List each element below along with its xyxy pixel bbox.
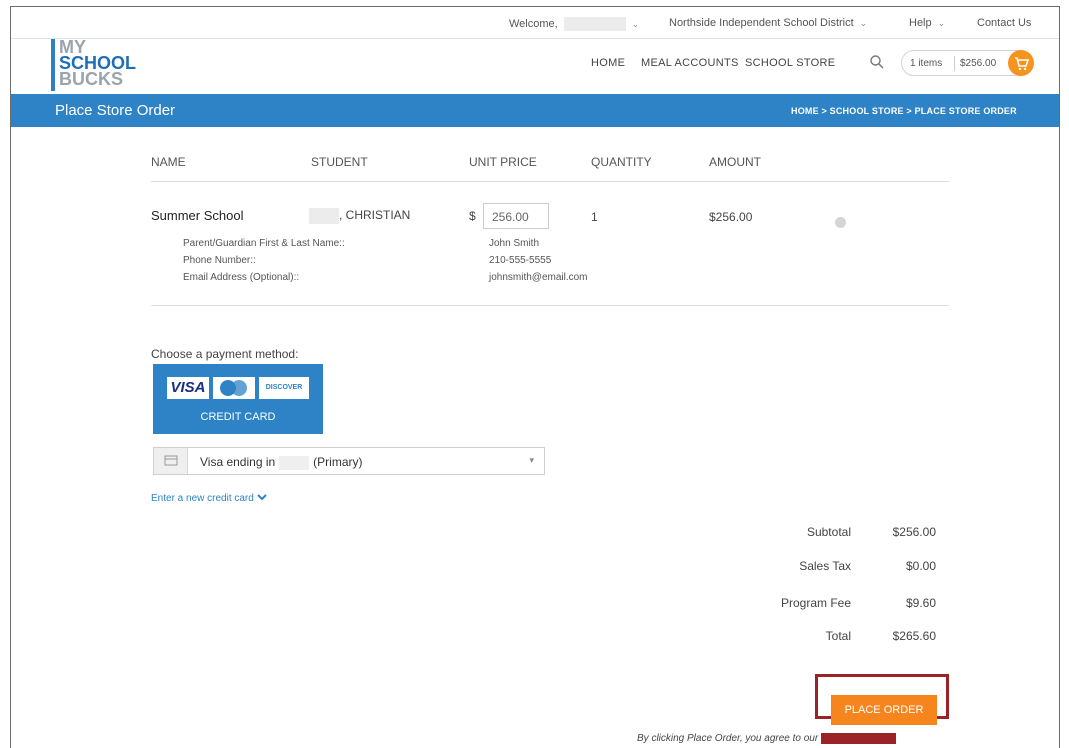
myschoolbucks-logo[interactable]: MY SCHOOL BUCKS [51,37,161,91]
visa-logo: VISA [167,377,209,399]
total-value: $265.60 [892,629,936,643]
credit-card-label: CREDIT CARD [200,411,276,423]
subtotal-label: Subtotal [806,525,851,539]
selected-card-prefix: Visa ending in [200,455,276,469]
selected-card-suffix: (Primary) [313,455,363,469]
terms-notice: By clicking Place Order, you agree to ou… [637,733,896,744]
quantity-value: 1 [591,210,598,224]
payment-method-label: Choose a payment method: [151,347,299,361]
detail-label: Parent/Guardian First & Last Name:: [183,238,345,249]
currency-symbol: $ [469,209,476,223]
browser-frame: Welcome, ⌄ Northside Independent School D… [10,6,1060,748]
detail-label: Email Address (Optional):: [183,272,300,283]
new-credit-card-text: Enter a new credit card [151,493,254,504]
chevron-down-icon: ⌄ [859,18,868,28]
detail-value: 210-555-5555 [489,255,552,266]
mastercard-logo [213,377,255,399]
help-label: Help [909,17,932,29]
selected-card: Visa ending in (Primary) [200,455,363,470]
detail-value: John Smith [489,238,540,249]
district-name: Northside Independent School District [669,17,854,29]
discover-logo: DISCOVER [259,377,309,399]
nav-home[interactable]: HOME [591,57,625,69]
district-menu[interactable]: Northside Independent School District ⌄ [669,17,867,29]
welcome-text: Welcome, [509,17,558,30]
saved-card-select[interactable]: Visa ending in (Primary) ▾ [153,447,545,475]
search-icon[interactable] [869,54,885,70]
logo-bar [51,39,55,91]
unit-price-input[interactable]: 256.00 [483,203,549,229]
cart-summary[interactable]: 1 items $256.00 [901,50,1034,76]
utility-bar: Welcome, ⌄ Northside Independent School D… [11,7,1059,39]
program-fee-label: Program Fee [780,596,851,610]
cart-items: 1 items [910,58,943,69]
chevron-down-icon: ▾ [529,455,534,465]
nav-school-store[interactable]: SCHOOL STORE [745,57,835,69]
subtotal-value: $256.00 [892,525,936,539]
help-menu[interactable]: Help ⌄ [909,17,945,29]
chevron-down-icon: ⌄ [631,18,640,29]
header-amount: AMOUNT [709,155,761,169]
place-order-button[interactable]: PLACE ORDER [831,695,937,725]
header-divider [151,181,949,182]
cart-amount: $256.00 [960,58,997,69]
sales-tax-label: Sales Tax [799,559,851,573]
amount-value: $256.00 [709,210,753,224]
detail-label: Phone Number:: [183,255,256,266]
header-student: STUDENT [311,155,368,169]
terms-notice-text: By clicking Place Order, you agree to ou… [637,733,819,744]
credit-card-option[interactable]: VISA DISCOVER CREDIT CARD [153,364,323,434]
card-icon [154,448,188,474]
row-divider [151,305,949,306]
nav-meal-accounts[interactable]: MEAL ACCOUNTS [641,57,739,69]
student-first-name: , CHRISTIAN [339,208,411,223]
program-fee-value: $9.60 [905,596,936,610]
redacted-card-digits [279,455,310,470]
detail-value: johnsmith@email.com [489,272,588,283]
page-title-bar: Place Store Order HOME > SCHOOL STORE > … [11,94,1059,127]
cart-icon[interactable] [1008,50,1034,76]
remove-item-button[interactable] [835,217,846,228]
terms-of-service-link[interactable]: Terms of Service [820,733,896,744]
product-name: Summer School [151,208,244,223]
welcome-menu[interactable]: Welcome, ⌄ [509,17,639,31]
redacted-last-name [309,208,339,224]
chevron-down-icon [256,494,267,501]
total-label: Total [825,629,851,643]
header-unit-price: UNIT PRICE [469,155,537,169]
chevron-down-icon: ⌄ [937,18,946,28]
header-name: NAME [151,155,186,169]
contact-us-link[interactable]: Contact Us [977,17,1031,29]
redacted-user-name [563,17,626,31]
header-quantity: QUANTITY [591,155,652,169]
logo-line-3: BUCKS [59,69,124,89]
new-credit-card-link[interactable]: Enter a new credit card [151,493,267,504]
cart-divider [954,56,955,71]
page-title: Place Store Order [55,102,176,119]
sales-tax-value: $0.00 [905,559,936,573]
breadcrumb[interactable]: HOME > SCHOOL STORE > PLACE STORE ORDER [791,106,1017,116]
student-name: , CHRISTIAN [309,208,410,224]
